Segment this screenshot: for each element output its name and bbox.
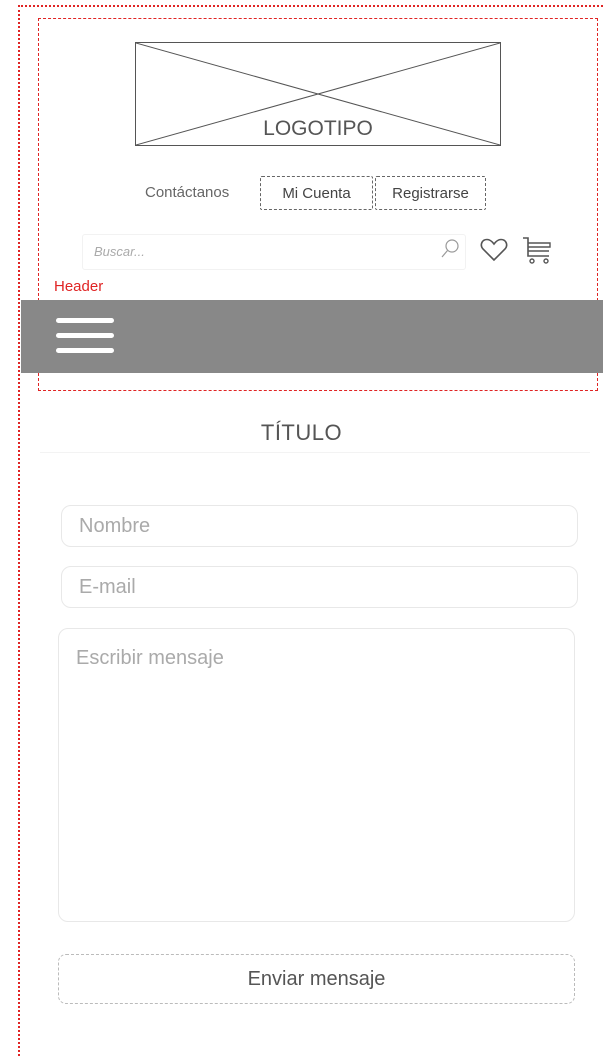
hamburger-menu-icon[interactable] [56, 318, 114, 354]
hamburger-line-middle [56, 333, 114, 338]
hamburger-line-top [56, 318, 114, 323]
send-message-label: Enviar mensaje [247, 967, 386, 990]
cart-icon[interactable] [522, 236, 552, 266]
send-message-button[interactable]: Enviar mensaje [58, 954, 575, 1004]
hamburger-line-bottom [56, 348, 114, 353]
email-field[interactable] [61, 566, 578, 608]
search-placeholder: Buscar... [94, 244, 145, 259]
search-bar[interactable]: Buscar... [82, 234, 466, 270]
search-icon[interactable] [440, 238, 462, 260]
page-guide-left [18, 5, 20, 1056]
contact-link[interactable]: Contáctanos [145, 184, 229, 201]
register-button[interactable]: Registrarse [375, 176, 486, 210]
name-field[interactable] [61, 505, 578, 547]
page-guide-top [18, 5, 603, 7]
register-label: Registrarse [392, 184, 469, 202]
heart-icon[interactable] [480, 238, 508, 262]
title-divider [40, 452, 590, 453]
logo-text: LOGOTIPO [263, 117, 373, 140]
logo-placeholder[interactable]: LOGOTIPO [135, 42, 501, 146]
my-account-label: Mi Cuenta [282, 184, 351, 202]
message-field[interactable] [58, 628, 575, 922]
header-region-label: Header [54, 278, 104, 295]
page-title: TÍTULO [260, 420, 343, 445]
my-account-button[interactable]: Mi Cuenta [260, 176, 373, 210]
